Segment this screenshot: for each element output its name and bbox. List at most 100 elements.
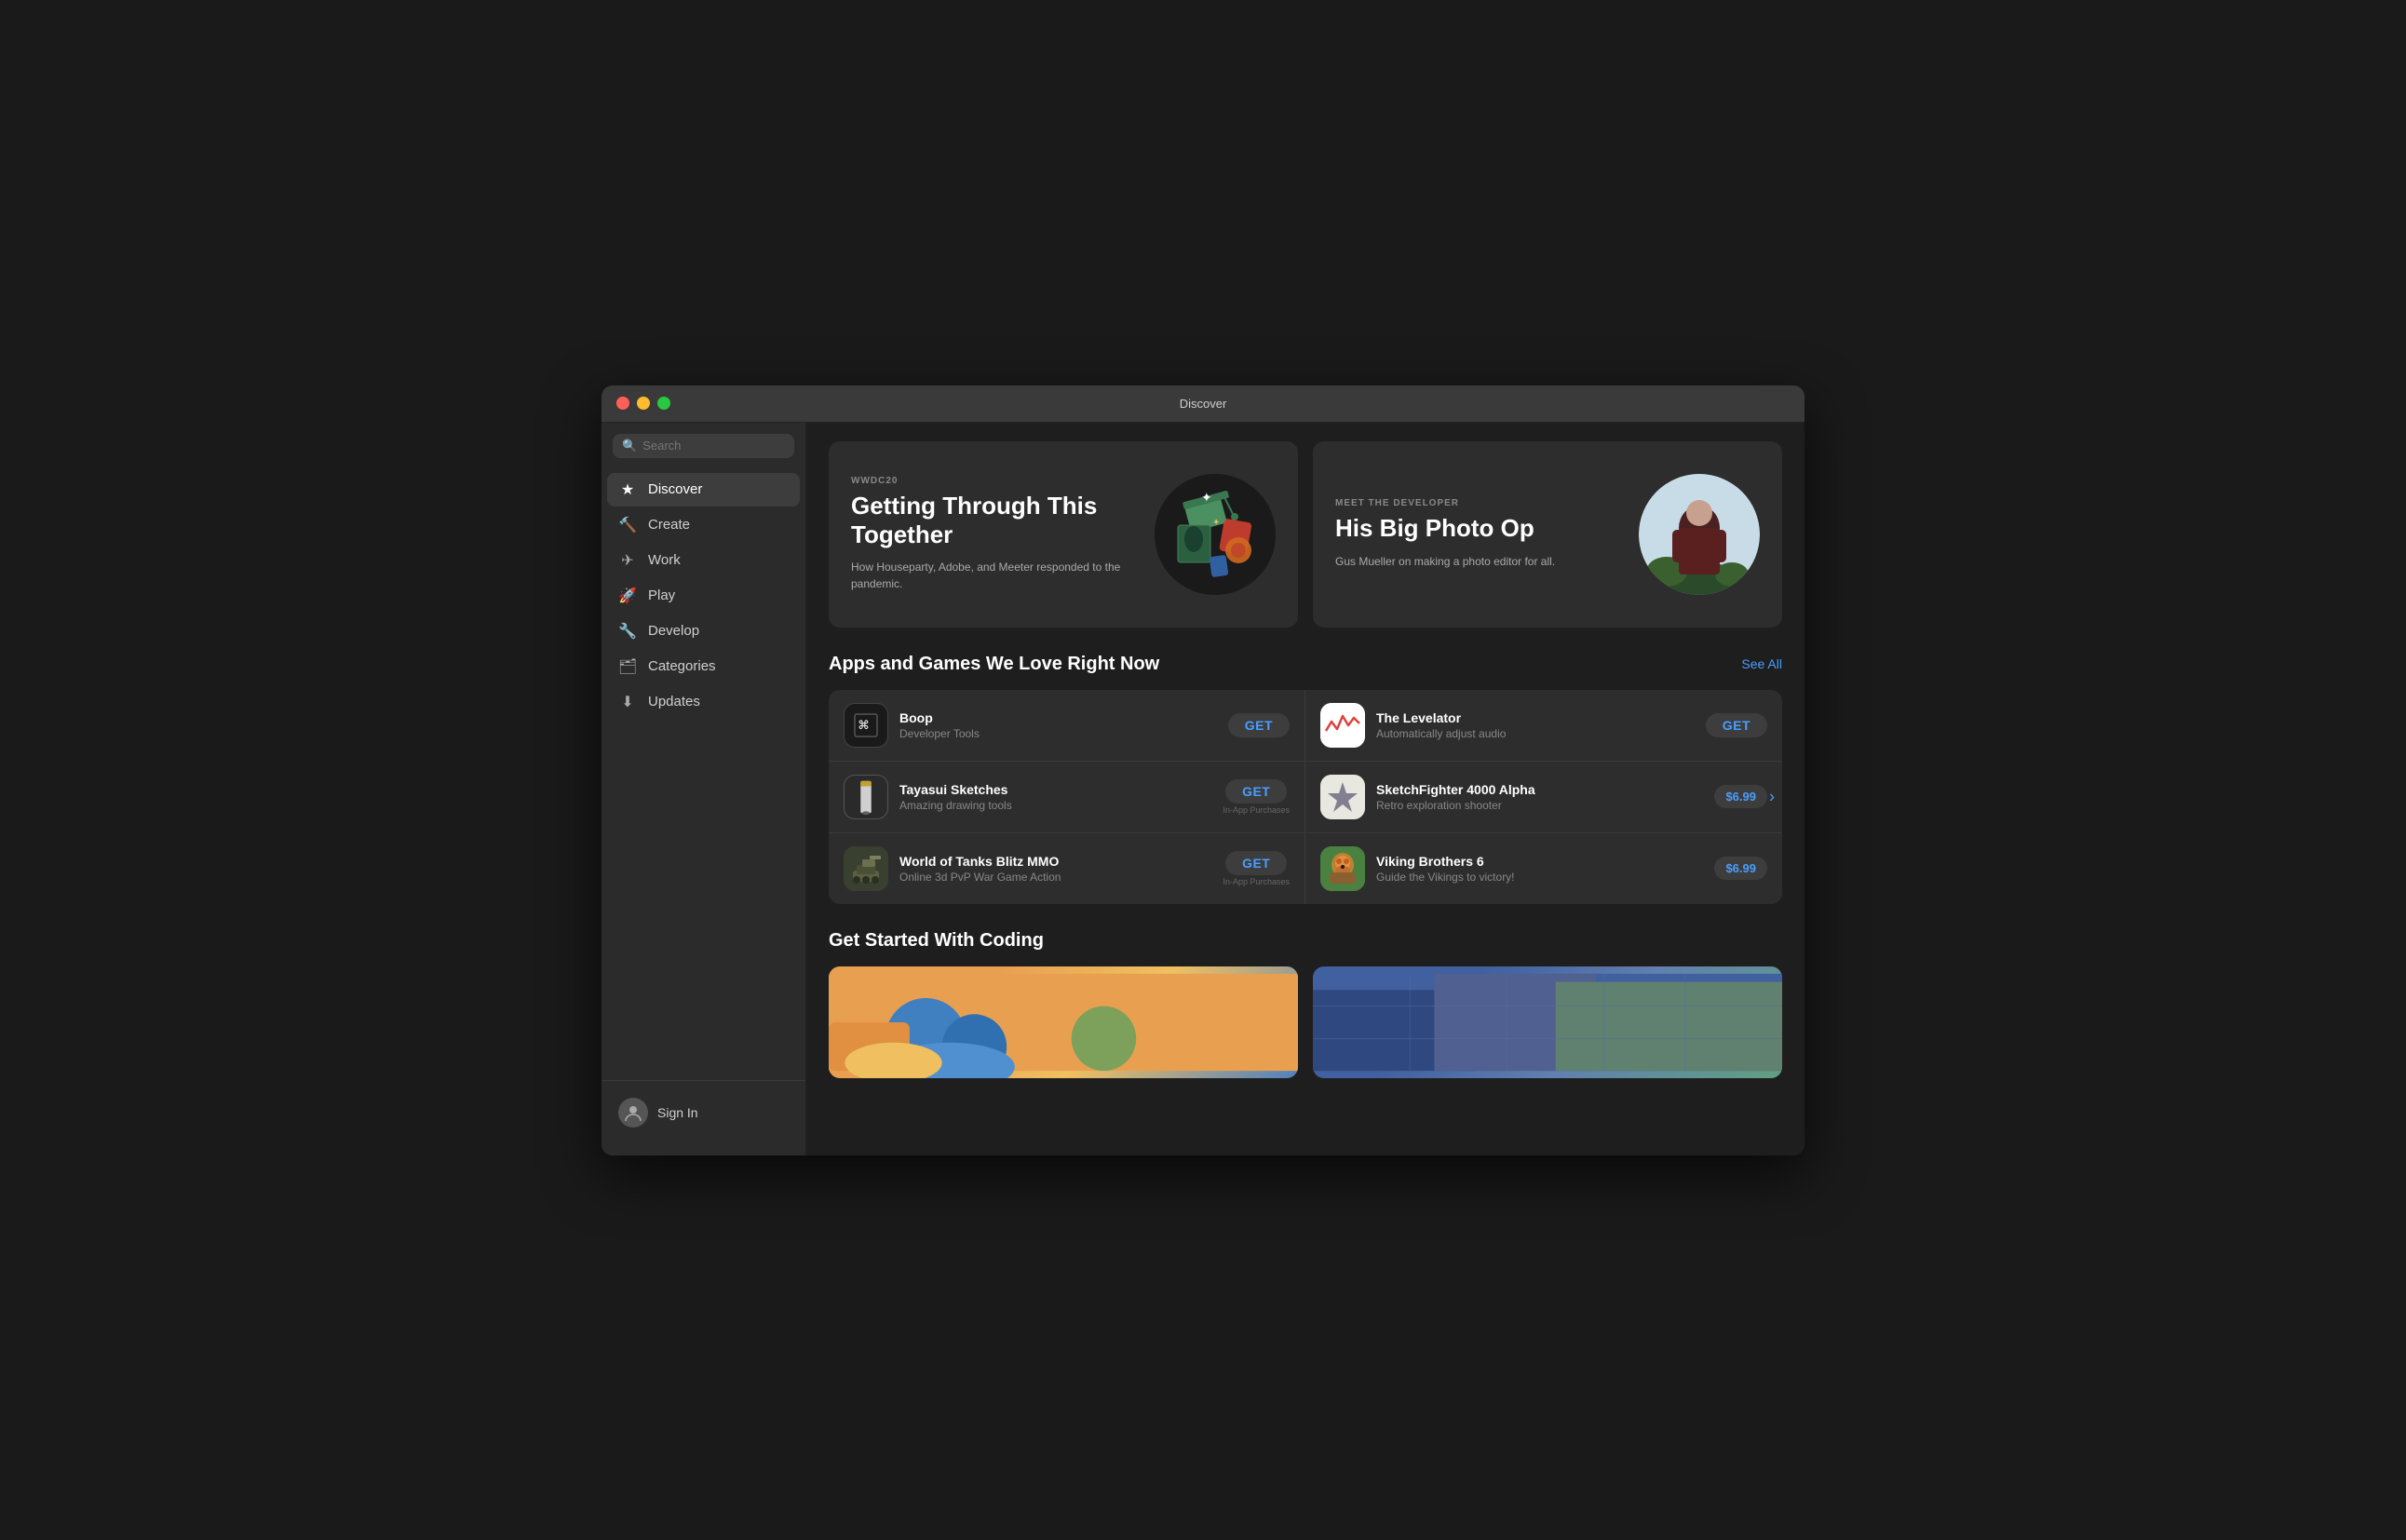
- apps-see-all[interactable]: See All: [1741, 656, 1782, 671]
- svg-text:✦: ✦: [1212, 518, 1220, 528]
- hero-card-desc: How Houseparty, Adobe, and Meeter respon…: [851, 559, 1140, 592]
- boop-icon: ⌘: [844, 703, 888, 748]
- hero-card-title: Getting Through This Together: [851, 492, 1140, 549]
- sidebar-item-label: Develop: [648, 623, 699, 639]
- app-item-levelator[interactable]: The Levelator Automatically adjust audio…: [1305, 690, 1782, 762]
- app-item-tayasui[interactable]: Tayasui Sketches Amazing drawing tools G…: [829, 762, 1305, 833]
- sketchfighter-price-button[interactable]: $6.99: [1714, 785, 1767, 808]
- tanks-name: World of Tanks Blitz MMO: [899, 854, 1211, 869]
- tanks-action: GET In-App Purchases: [1223, 851, 1290, 886]
- coding-card-2[interactable]: [1313, 966, 1782, 1078]
- sidebar-bottom: Sign In: [602, 1080, 805, 1144]
- chevron-right-icon: ›: [1769, 787, 1775, 806]
- coding-section-title: Get Started With Coding: [829, 930, 1044, 952]
- nav-items: ★ Discover 🔨 Create ✈ Work 🚀 Play 🔧: [602, 473, 805, 1080]
- coding-card-1[interactable]: [829, 966, 1298, 1078]
- close-button[interactable]: [616, 397, 629, 410]
- hero-card-developer[interactable]: MEET THE DEVELOPER His Big Photo Op Gus …: [1313, 441, 1782, 628]
- levelator-info: The Levelator Automatically adjust audio: [1376, 710, 1695, 740]
- app-item-boop[interactable]: ⌘ Boop Developer Tools GET: [829, 690, 1305, 762]
- app-item-viking[interactable]: Viking Brothers 6 Guide the Vikings to v…: [1305, 833, 1782, 904]
- viking-info: Viking Brothers 6 Guide the Vikings to v…: [1376, 854, 1703, 884]
- boop-action: GET: [1228, 713, 1290, 737]
- sketchfighter-name: SketchFighter 4000 Alpha: [1376, 782, 1703, 797]
- sidebar-item-label: Categories: [648, 658, 716, 674]
- titlebar: Discover: [602, 385, 1804, 423]
- coding-section-header: Get Started With Coding: [829, 930, 1782, 952]
- tanks-get-button[interactable]: GET: [1225, 851, 1287, 875]
- hero-card-subtitle-dev: MEET THE DEVELOPER: [1335, 498, 1624, 508]
- minimize-button[interactable]: [637, 397, 650, 410]
- main-content: 🔍 ★ Discover 🔨 Create ✈ Work 🚀: [602, 423, 1804, 1155]
- sketchfighter-info: SketchFighter 4000 Alpha Retro explorati…: [1376, 782, 1703, 812]
- viking-price-button[interactable]: $6.99: [1714, 857, 1767, 880]
- svg-text:⌘: ⌘: [858, 716, 869, 736]
- maximize-button[interactable]: [657, 397, 670, 410]
- app-item-tanks[interactable]: World of Tanks Blitz MMO Online 3d PvP W…: [829, 833, 1305, 904]
- levelator-name: The Levelator: [1376, 710, 1695, 725]
- levelator-desc: Automatically adjust audio: [1376, 727, 1695, 740]
- viking-icon: [1320, 846, 1365, 891]
- hero-card-desc-dev: Gus Mueller on making a photo editor for…: [1335, 553, 1624, 570]
- wrench-icon: 🔧: [618, 622, 637, 641]
- tayasui-icon: [844, 775, 888, 819]
- download-icon: ⬇: [618, 693, 637, 711]
- boop-info: Boop Developer Tools: [899, 710, 1217, 740]
- hero-card-subtitle: WWDC20: [851, 476, 1140, 486]
- coding-section: Get Started With Coding: [829, 930, 1782, 1078]
- sidebar-item-work[interactable]: ✈ Work: [607, 544, 800, 577]
- tanks-icon: [844, 846, 888, 891]
- plane-icon: ✈: [618, 551, 637, 570]
- hero-card-text-wwdc: WWDC20 Getting Through This Together How…: [851, 476, 1155, 592]
- levelator-get-button[interactable]: GET: [1706, 713, 1767, 737]
- sidebar-item-updates[interactable]: ⬇ Updates: [607, 685, 800, 719]
- tayasui-get-button[interactable]: GET: [1225, 779, 1287, 804]
- sidebar-item-label: Create: [648, 517, 690, 533]
- search-input[interactable]: [642, 439, 785, 453]
- developer-photo: [1639, 474, 1760, 595]
- sidebar-item-play[interactable]: 🚀 Play: [607, 579, 800, 613]
- sign-in-button[interactable]: Sign In: [613, 1092, 794, 1133]
- sidebar-item-label: Discover: [648, 481, 702, 497]
- sidebar-item-develop[interactable]: 🔧 Develop: [607, 615, 800, 648]
- sketchfighter-desc: Retro exploration shooter: [1376, 799, 1703, 812]
- sidebar-item-discover[interactable]: ★ Discover: [607, 473, 800, 507]
- tayasui-in-app-label: In-App Purchases: [1223, 805, 1290, 815]
- tayasui-desc: Amazing drawing tools: [899, 799, 1211, 812]
- svg-text:✦: ✦: [1201, 490, 1212, 505]
- star-icon: ★: [618, 480, 637, 499]
- app-window: Discover 🔍 ★ Discover 🔨 Create ✈ Work: [602, 385, 1804, 1155]
- search-bar[interactable]: 🔍: [613, 434, 794, 458]
- levelator-icon: [1320, 703, 1365, 748]
- sidebar-item-label: Work: [648, 552, 681, 568]
- apps-section-title: Apps and Games We Love Right Now: [829, 654, 1159, 675]
- app-list: ⌘ Boop Developer Tools GET: [829, 690, 1782, 904]
- viking-desc: Guide the Vikings to victory!: [1376, 871, 1703, 884]
- sidebar-item-label: Updates: [648, 694, 700, 709]
- sign-in-label: Sign In: [657, 1105, 698, 1120]
- hero-card-text-dev: MEET THE DEVELOPER His Big Photo Op Gus …: [1335, 498, 1639, 569]
- tanks-in-app-label: In-App Purchases: [1223, 877, 1290, 886]
- sketchfighter-icon: [1320, 775, 1365, 819]
- apps-section-header: Apps and Games We Love Right Now See All: [829, 654, 1782, 675]
- hero-cards: WWDC20 Getting Through This Together How…: [829, 441, 1782, 628]
- tayasui-info: Tayasui Sketches Amazing drawing tools: [899, 782, 1211, 812]
- sidebar-item-categories[interactable]: 🗂 Categories: [607, 650, 800, 683]
- wwdc-illustration: ✦ ✦: [1155, 474, 1276, 595]
- tayasui-name: Tayasui Sketches: [899, 782, 1211, 797]
- tanks-info: World of Tanks Blitz MMO Online 3d PvP W…: [899, 854, 1211, 884]
- sketchfighter-action: $6.99: [1714, 785, 1767, 808]
- tayasui-action: GET In-App Purchases: [1223, 779, 1290, 815]
- hero-card-wwdc[interactable]: WWDC20 Getting Through This Together How…: [829, 441, 1298, 628]
- traffic-lights: [616, 397, 670, 410]
- search-icon: 🔍: [622, 439, 637, 453]
- stack-icon: 🗂: [618, 657, 637, 676]
- boop-desc: Developer Tools: [899, 727, 1217, 740]
- hammer-icon: 🔨: [618, 516, 637, 534]
- boop-get-button[interactable]: GET: [1228, 713, 1290, 737]
- viking-action: $6.99: [1714, 857, 1767, 880]
- sidebar-item-label: Play: [648, 588, 675, 603]
- window-title: Discover: [1180, 397, 1227, 411]
- sidebar-item-create[interactable]: 🔨 Create: [607, 508, 800, 542]
- app-item-sketchfighter[interactable]: SketchFighter 4000 Alpha Retro explorati…: [1305, 762, 1782, 833]
